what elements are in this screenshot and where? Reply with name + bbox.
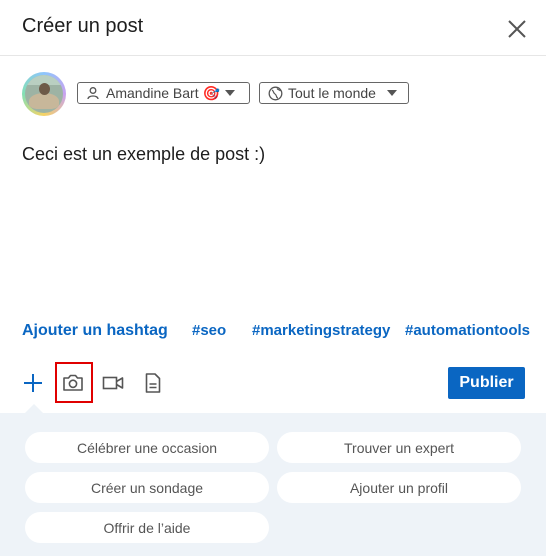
hashtag-suggestion[interactable]: #automationtools — [405, 322, 530, 339]
option-celebrate[interactable]: Célébrer une occasion — [25, 432, 269, 463]
hashtag-suggestion[interactable]: #seo — [192, 322, 226, 339]
panel-caret — [25, 404, 43, 413]
document-icon[interactable] — [141, 371, 165, 395]
author-name: Amandine Bart 🎯 — [106, 84, 220, 101]
person-icon — [86, 86, 100, 100]
avatar — [22, 72, 66, 116]
author-selector[interactable]: Amandine Bart 🎯 — [77, 82, 250, 104]
option-offer-help[interactable]: Offrir de l’aide — [25, 512, 269, 543]
close-icon[interactable] — [503, 15, 531, 43]
publish-button[interactable]: Publier — [448, 367, 525, 399]
modal-header: Créer un post — [0, 0, 546, 56]
audience-label: Tout le monde — [288, 85, 376, 101]
video-icon[interactable] — [101, 371, 125, 395]
audience-selector[interactable]: Tout le monde — [259, 82, 409, 104]
post-text-editor[interactable]: Ceci est un exemple de post :) — [22, 144, 265, 165]
option-find-expert[interactable]: Trouver un expert — [277, 432, 521, 463]
modal-title: Créer un post — [22, 15, 144, 37]
photo-highlight-box — [55, 362, 93, 403]
add-hashtag-link[interactable]: Ajouter un hashtag — [22, 322, 168, 340]
globe-icon — [268, 86, 283, 101]
option-create-poll[interactable]: Créer un sondage — [25, 472, 269, 503]
hashtag-suggestion[interactable]: #marketingstrategy — [252, 322, 390, 339]
option-add-profile[interactable]: Ajouter un profil — [277, 472, 521, 503]
options-panel: Célébrer une occasion Trouver un expert … — [0, 413, 546, 556]
plus-icon[interactable] — [21, 371, 45, 395]
caret-down-icon — [224, 89, 236, 97]
caret-down-icon — [386, 89, 398, 97]
